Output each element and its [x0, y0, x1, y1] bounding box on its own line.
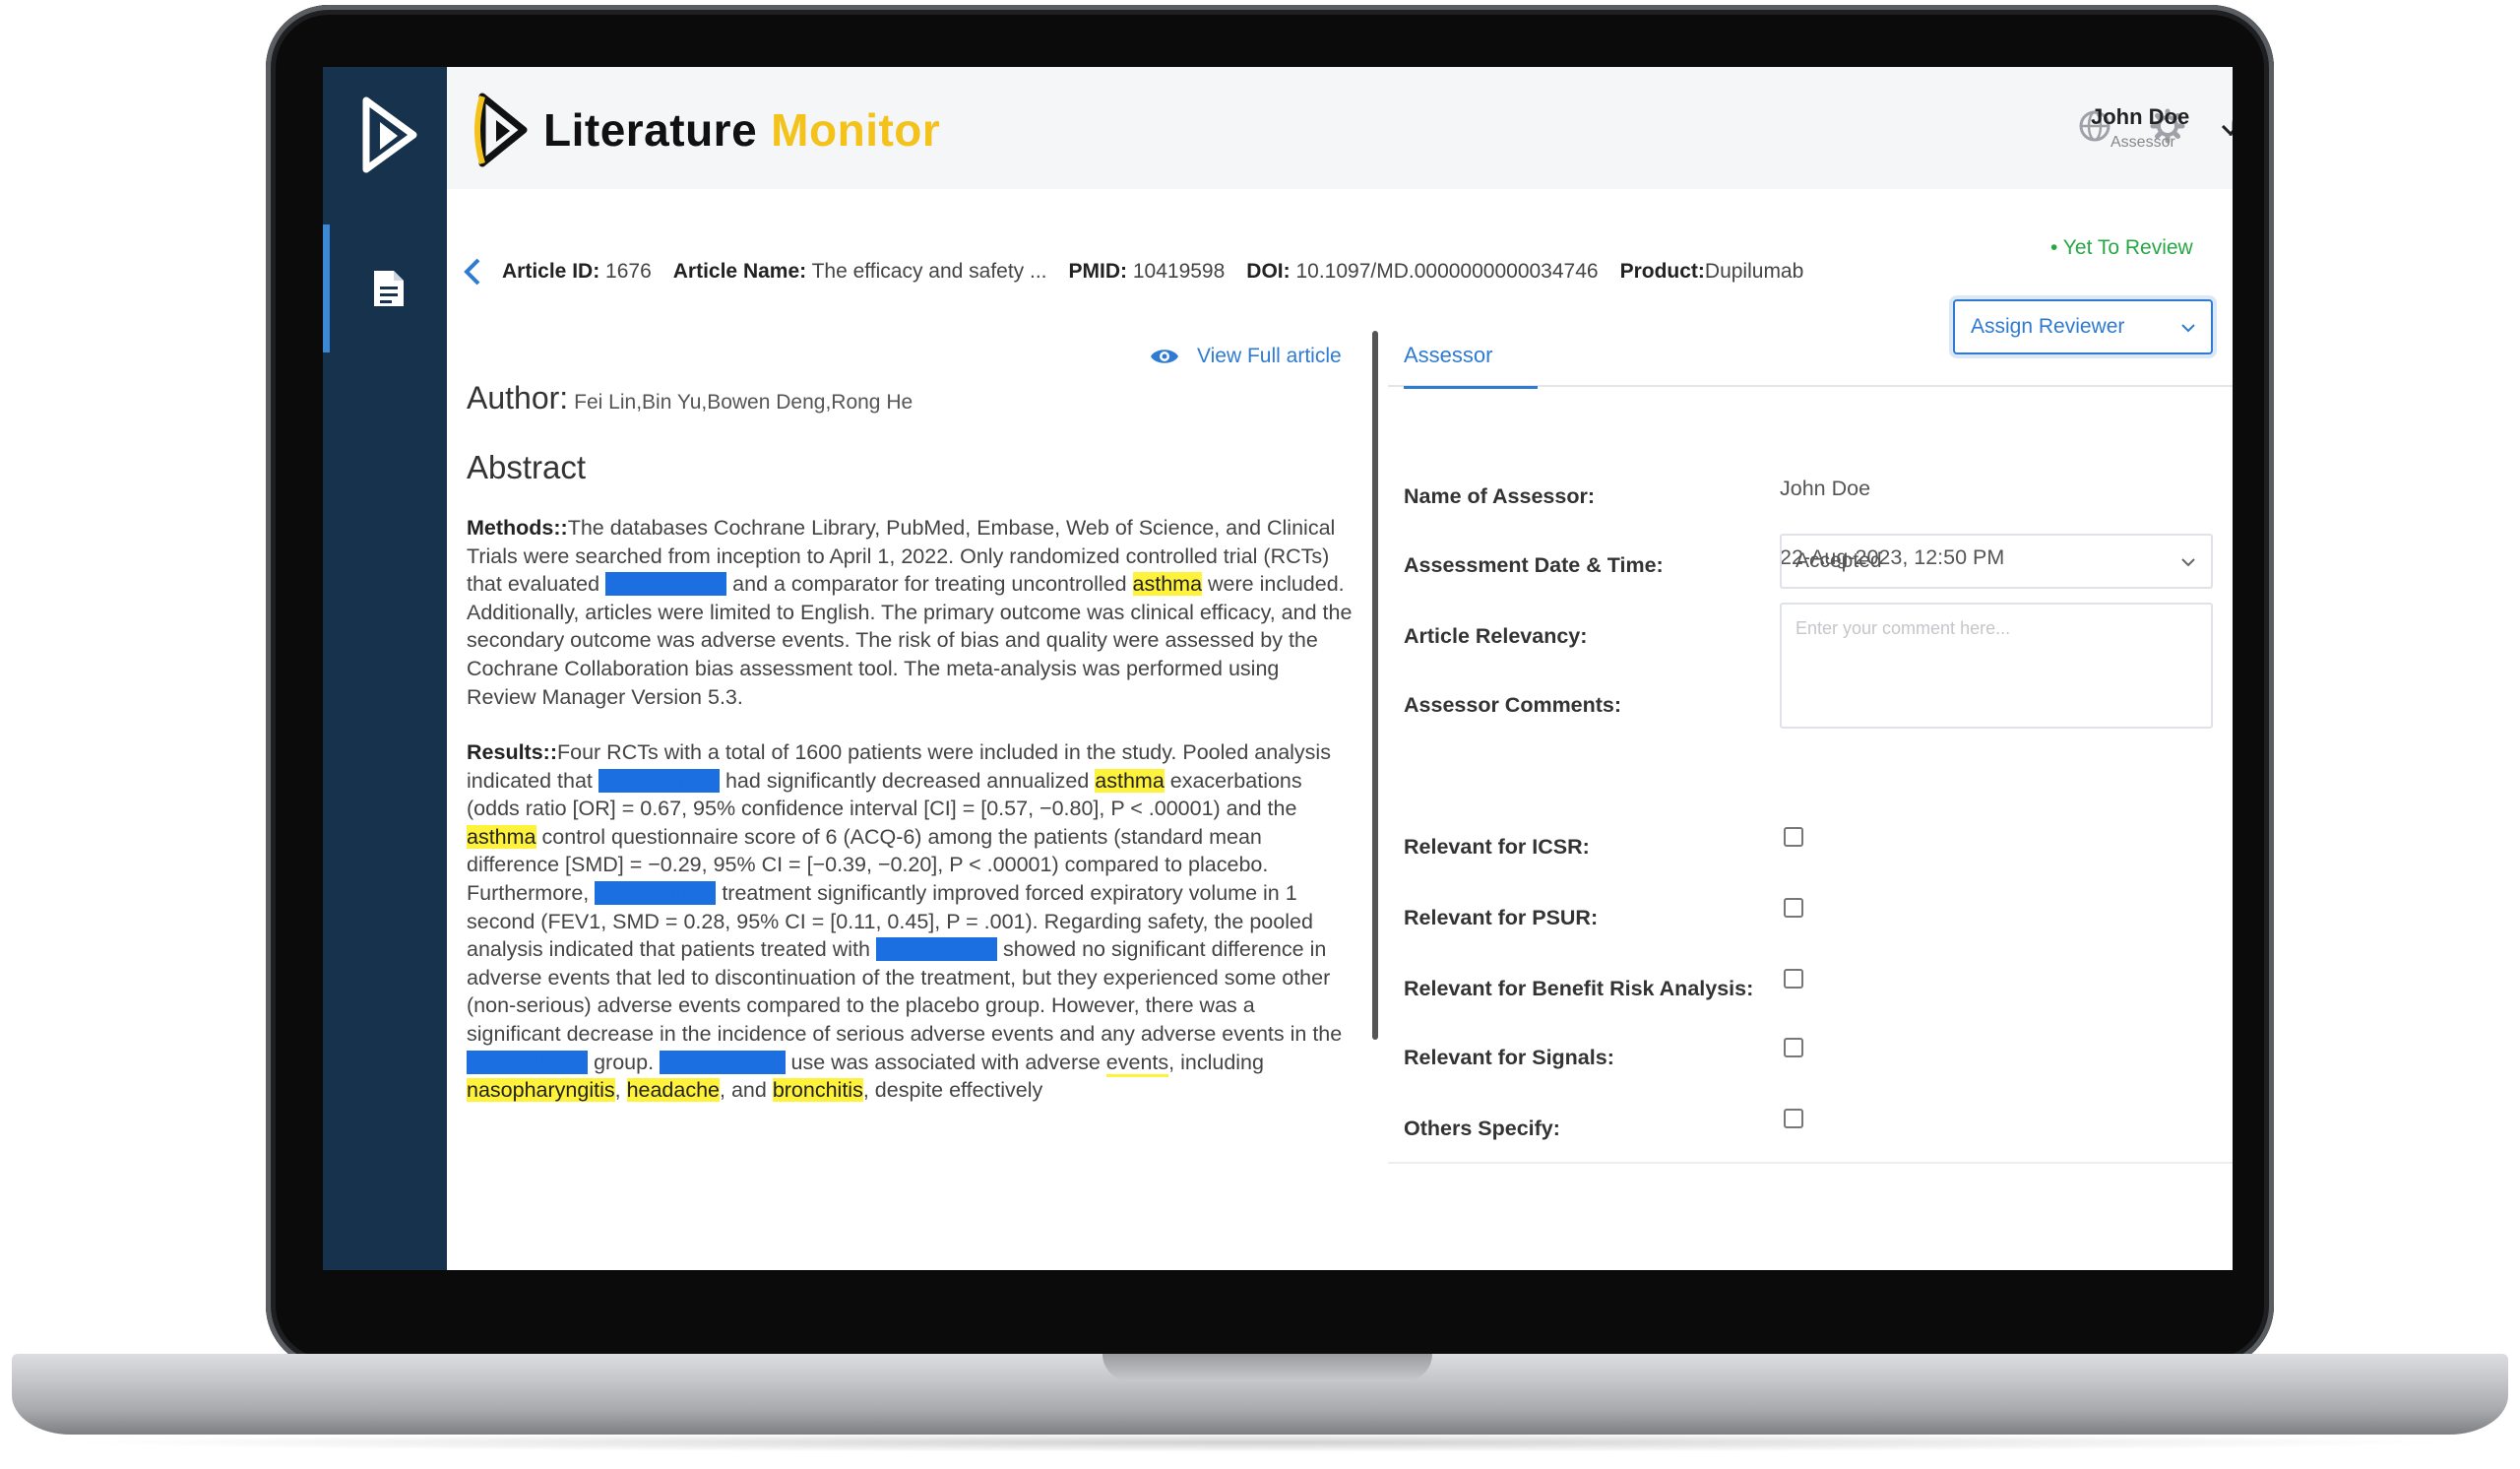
status-badge: • Yet To Review: [2050, 236, 2193, 259]
others-specify-checkbox[interactable]: [1784, 1109, 1803, 1128]
sidebar-item-articles[interactable]: [323, 224, 447, 352]
chevron-down-icon: [2181, 324, 2195, 333]
chevron-down-icon[interactable]: [2219, 118, 2233, 142]
laptop-notch: [1102, 1354, 1432, 1381]
user-role: Assessor: [2110, 134, 2175, 151]
tab-assessor[interactable]: Assessor: [1404, 343, 1538, 389]
brand-word-literature: Literature: [543, 104, 758, 156]
relevant-benefit-risk-checkbox[interactable]: [1784, 969, 1803, 989]
document-icon: [373, 271, 404, 306]
methods-paragraph: Methods::The databases Cochrane Library,…: [467, 516, 1353, 709]
assign-reviewer-dropdown[interactable]: Assign Reviewer: [1953, 299, 2213, 354]
top-bar: Literature Monitor John Doe Assessor: [447, 67, 2233, 189]
article-id: Article ID: 1676: [502, 260, 652, 283]
form-bottom-divider: [1388, 1162, 2233, 1164]
relevant-signals-checkbox[interactable]: [1784, 1038, 1803, 1057]
article-name: Article Name: The efficacy and safety ..…: [672, 260, 1047, 283]
app-screen: Literature Monitor John Doe Assessor Art…: [323, 67, 2233, 1270]
relevant-icsr-label: Relevant for ICSR:: [1404, 835, 1590, 859]
article-doi: DOI: 10.1097/MD.0000000000034746: [1246, 260, 1599, 283]
article-clip: [461, 1111, 1386, 1270]
others-specify-label: Others Specify:: [1404, 1117, 1560, 1140]
results-paragraph: Results::Four RCTs with a total of 1600 …: [467, 740, 1343, 1103]
assessor-name-value: John Doe: [1780, 477, 1871, 500]
play-logo-icon[interactable]: [360, 95, 419, 175]
chevron-left-icon[interactable]: [461, 256, 484, 287]
assessor-name-label: Name of Assessor:: [1404, 484, 1595, 508]
sidebar: [323, 67, 447, 1270]
article-info-bar: Article ID: 1676 Article Name: The effic…: [461, 252, 1825, 291]
assessor-comments-label: Assessor Comments:: [1404, 693, 1622, 717]
brand-word-monitor: Monitor: [771, 104, 941, 156]
relevant-psur-label: Relevant for PSUR:: [1404, 906, 1599, 929]
user-name[interactable]: John Doe: [2091, 104, 2189, 130]
chevron-down-icon: [2181, 558, 2195, 567]
brand-logo[interactable]: Literature Monitor: [474, 91, 940, 169]
article-pmid: PMID: 10419598: [1068, 260, 1226, 283]
relevant-icsr-checkbox[interactable]: [1784, 827, 1803, 847]
article-product: Product:Dupilumab: [1619, 260, 1804, 283]
article-relevancy-label: Article Relevancy:: [1404, 624, 1588, 648]
relevant-benefit-risk-label: Relevant for Benefit Risk Analysis:: [1404, 977, 1754, 1000]
abstract-heading: Abstract: [467, 449, 587, 485]
assessor-comments-textarea[interactable]: Enter your comment here...: [1780, 603, 2213, 729]
relevant-signals-label: Relevant for Signals:: [1404, 1046, 1614, 1069]
article-relevancy-select[interactable]: Accepted: [1780, 534, 2213, 589]
assessment-date-label: Assessment Date & Time:: [1404, 553, 1664, 577]
author-line: Author: Fei Lin,Bin Yu,Bowen Deng,Rong He: [467, 380, 914, 415]
brand-mark-icon: [474, 93, 528, 167]
article-scrollbar[interactable]: [1372, 331, 1378, 1040]
author-names: Fei Lin,Bin Yu,Bowen Deng,Rong He: [574, 391, 914, 414]
relevant-psur-checkbox[interactable]: [1784, 898, 1803, 918]
laptop-shadow: [59, 1433, 2461, 1452]
view-full-article-link[interactable]: View Full article: [1150, 345, 1342, 368]
eye-icon: [1151, 350, 1178, 363]
